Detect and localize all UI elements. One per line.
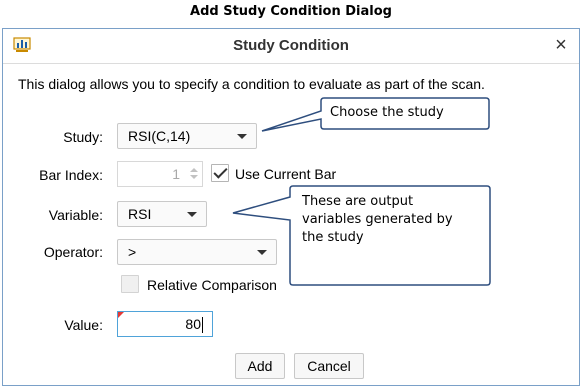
variable-dropdown-value: RSI [128,206,152,222]
add-button[interactable]: Add [235,353,285,379]
variable-label: Variable: [48,207,103,223]
operator-dropdown-value: > [128,244,137,260]
dialog-titlebar: Study Condition × [3,29,579,64]
variable-callout-text: These are output variables generated by … [302,194,453,245]
text-caret [202,317,203,333]
relative-comparison-checkbox[interactable] [121,275,139,293]
value-input-text: 80 [185,316,201,332]
relative-comparison-label: Relative Comparison [147,277,277,293]
chart-app-icon [13,37,31,52]
bar-index-label: Bar Index: [39,167,103,183]
close-icon[interactable]: × [551,33,571,57]
operator-label: Operator: [43,244,103,260]
spin-up-icon[interactable] [190,168,198,172]
chevron-down-icon [257,250,267,255]
dialog-title: Study Condition [233,37,349,54]
bar-index-value: 1 [172,166,180,182]
study-dropdown[interactable]: RSI(C,14) [117,123,257,149]
error-marker [118,312,124,318]
bar-index-spinner[interactable]: 1 [117,161,203,187]
cancel-button[interactable]: Cancel [294,353,364,379]
chevron-down-icon [237,134,247,139]
spin-down-icon[interactable] [190,175,198,179]
use-current-bar-checkbox[interactable] [211,164,229,182]
study-label: Study: [63,129,103,145]
study-dropdown-value: RSI(C,14) [128,128,191,144]
study-callout-text: Choose the study [330,105,444,120]
chevron-down-icon [187,212,197,217]
figure-caption: Add Study Condition Dialog [190,4,392,19]
variable-dropdown[interactable]: RSI [117,201,207,227]
use-current-bar-label: Use Current Bar [235,166,337,182]
value-label: Value: [64,317,103,333]
value-input[interactable]: 80 [117,311,213,337]
study-condition-dialog: Study Condition × This dialog allows you… [2,28,580,386]
operator-dropdown[interactable]: > [117,239,277,265]
dialog-description: This dialog allows you to specify a cond… [18,76,485,92]
